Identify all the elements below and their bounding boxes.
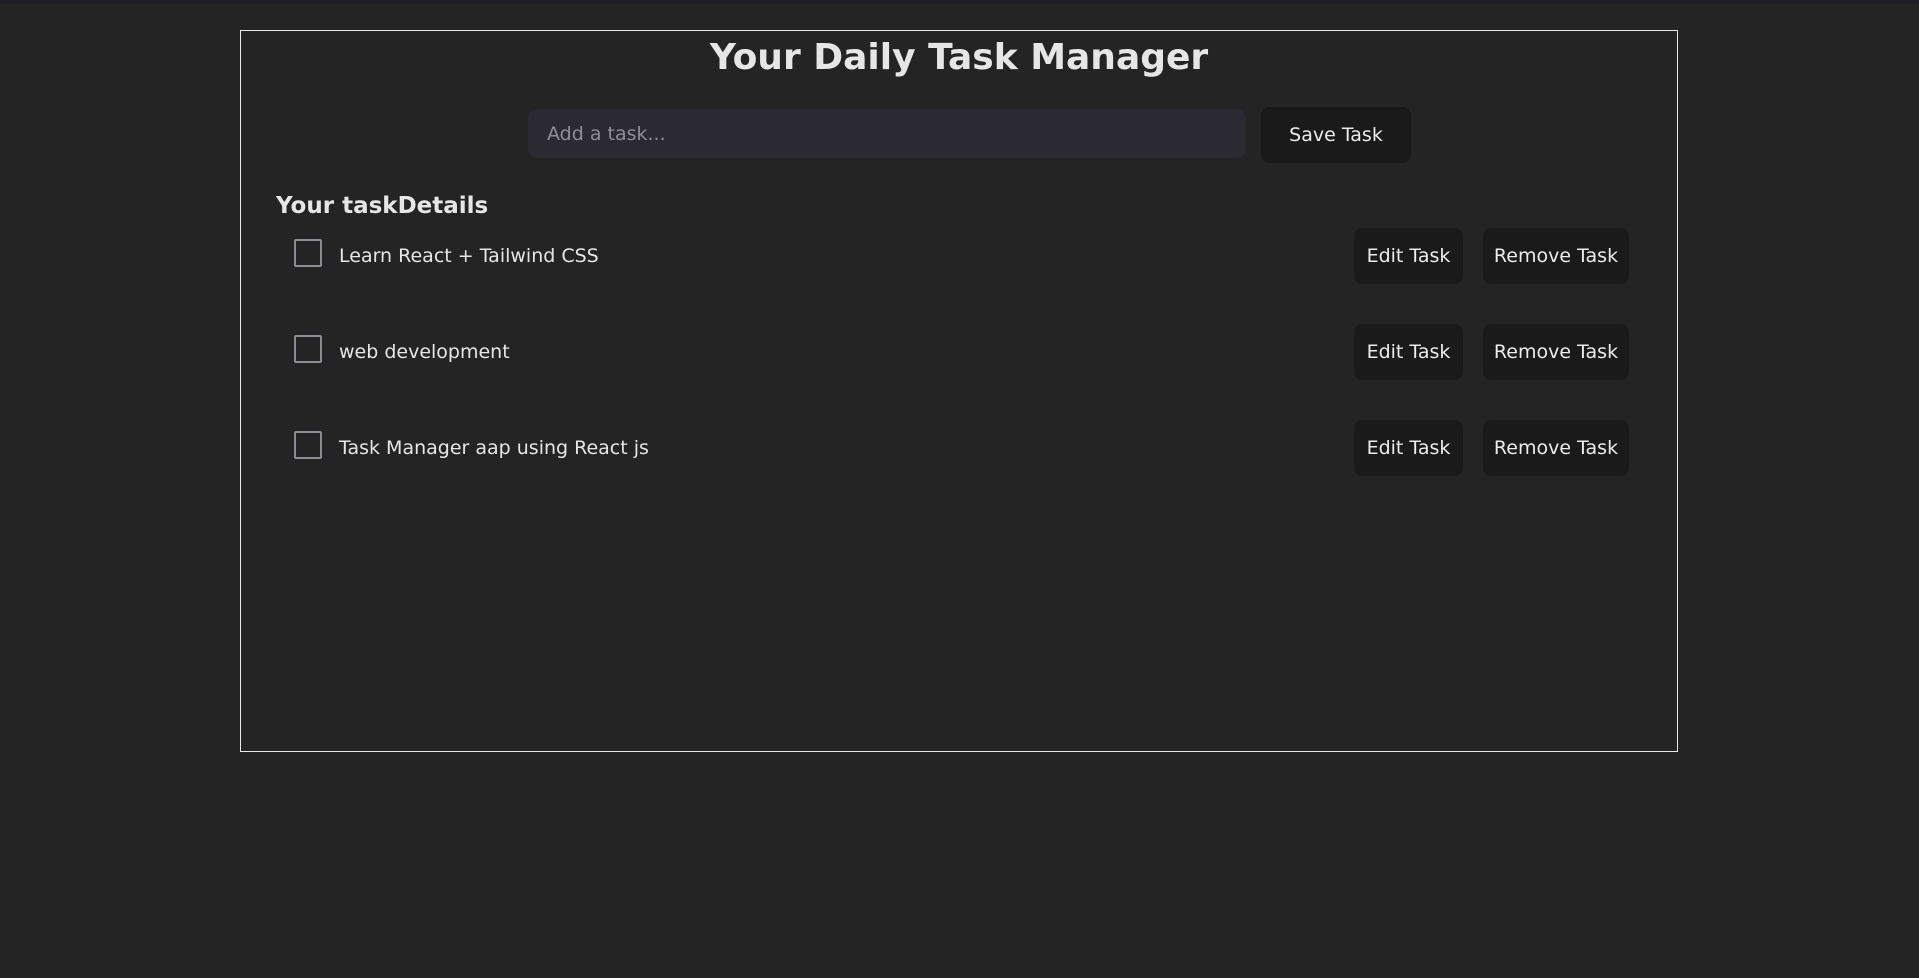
- task-checkbox[interactable]: [294, 239, 322, 267]
- task-text: web development: [339, 341, 510, 363]
- task-input[interactable]: [528, 109, 1246, 158]
- task-row: Learn React + Tailwind CSS Edit Task Rem…: [241, 228, 1677, 284]
- task-checkbox[interactable]: [294, 431, 322, 459]
- save-task-button[interactable]: Save Task: [1261, 107, 1411, 163]
- remove-task-button[interactable]: Remove Task: [1483, 228, 1629, 284]
- task-list-heading: Your taskDetails: [276, 193, 489, 219]
- task-row: Task Manager aap using React js Edit Tas…: [241, 420, 1677, 476]
- remove-task-button[interactable]: Remove Task: [1483, 420, 1629, 476]
- window-top-border: [0, 0, 1919, 4]
- page-title: Your Daily Task Manager: [709, 37, 1209, 78]
- task-text: Task Manager aap using React js: [339, 437, 649, 459]
- task-row: web development Edit Task Remove Task: [241, 324, 1677, 380]
- task-text: Learn React + Tailwind CSS: [339, 245, 599, 267]
- task-manager-container: Your Daily Task Manager Save Task Your t…: [240, 30, 1678, 752]
- edit-task-button[interactable]: Edit Task: [1354, 324, 1463, 380]
- task-checkbox[interactable]: [294, 335, 322, 363]
- remove-task-button[interactable]: Remove Task: [1483, 324, 1629, 380]
- edit-task-button[interactable]: Edit Task: [1354, 420, 1463, 476]
- edit-task-button[interactable]: Edit Task: [1354, 228, 1463, 284]
